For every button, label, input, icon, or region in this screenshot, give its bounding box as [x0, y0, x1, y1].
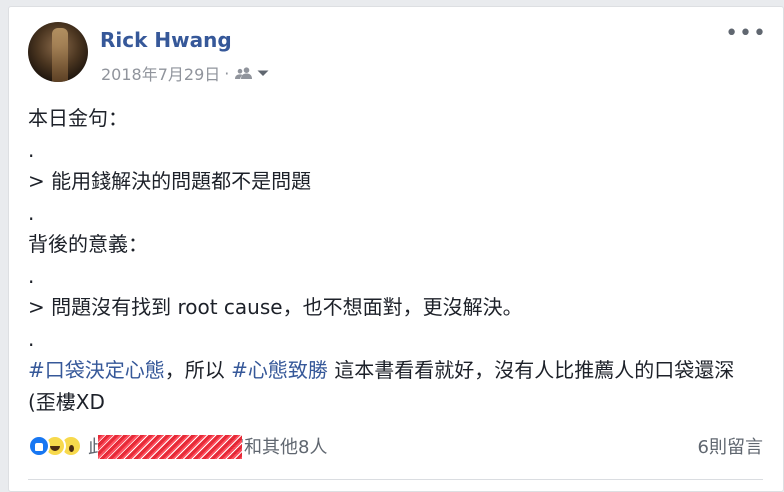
post-body: 本日金句： . > 能用錢解決的問題都不是問題 . 背後的意義： . > 問題沒… [28, 103, 758, 418]
post-date[interactable]: 2018年7月29日 [101, 61, 220, 85]
post-footer: 此富和其他8人 6則留言 [28, 431, 763, 461]
chevron-down-icon [257, 70, 269, 76]
body-line: . [28, 200, 35, 225]
more-options-icon[interactable]: ••• [725, 23, 767, 45]
divider [28, 479, 763, 480]
body-line: . [28, 263, 35, 288]
redaction-mark [98, 435, 242, 459]
body-line: . [28, 326, 35, 351]
avatar-figure [52, 28, 68, 82]
post-meta: 2018年7月29日 · [101, 61, 270, 85]
comments-count[interactable]: 6則留言 [698, 433, 763, 459]
like-icon [28, 435, 50, 457]
hashtag-link[interactable]: #口袋決定心態 [28, 358, 165, 382]
body-line: . [28, 137, 35, 162]
body-line: 背後的意義： [28, 232, 148, 256]
body-line: 本日金句： [28, 106, 128, 130]
meta-separator: · [224, 63, 230, 83]
audience-selector[interactable] [235, 67, 270, 79]
reaction-icons[interactable] [28, 435, 82, 457]
friends-icon [235, 67, 253, 79]
reaction-summary[interactable]: 此富和其他8人 [88, 433, 327, 459]
body-text-segment: ，所以 [164, 358, 232, 382]
author-name[interactable]: Rick Hwang [100, 28, 232, 52]
avatar[interactable] [28, 22, 88, 82]
post-card: Rick Hwang 2018年7月29日 · ••• 本日金句： . > 能用… [8, 6, 784, 492]
body-line: > 問題沒有找到 root cause，也不想面對，更沒解決。 [28, 295, 523, 319]
hashtag-link[interactable]: #心態致勝 [231, 358, 328, 382]
body-paragraph: #口袋決定心態，所以 #心態致勝 這本書看看就好，沒有人比推薦人的口袋還深 (歪… [28, 355, 758, 418]
body-line: > 能用錢解決的問題都不是問題 [28, 169, 312, 193]
